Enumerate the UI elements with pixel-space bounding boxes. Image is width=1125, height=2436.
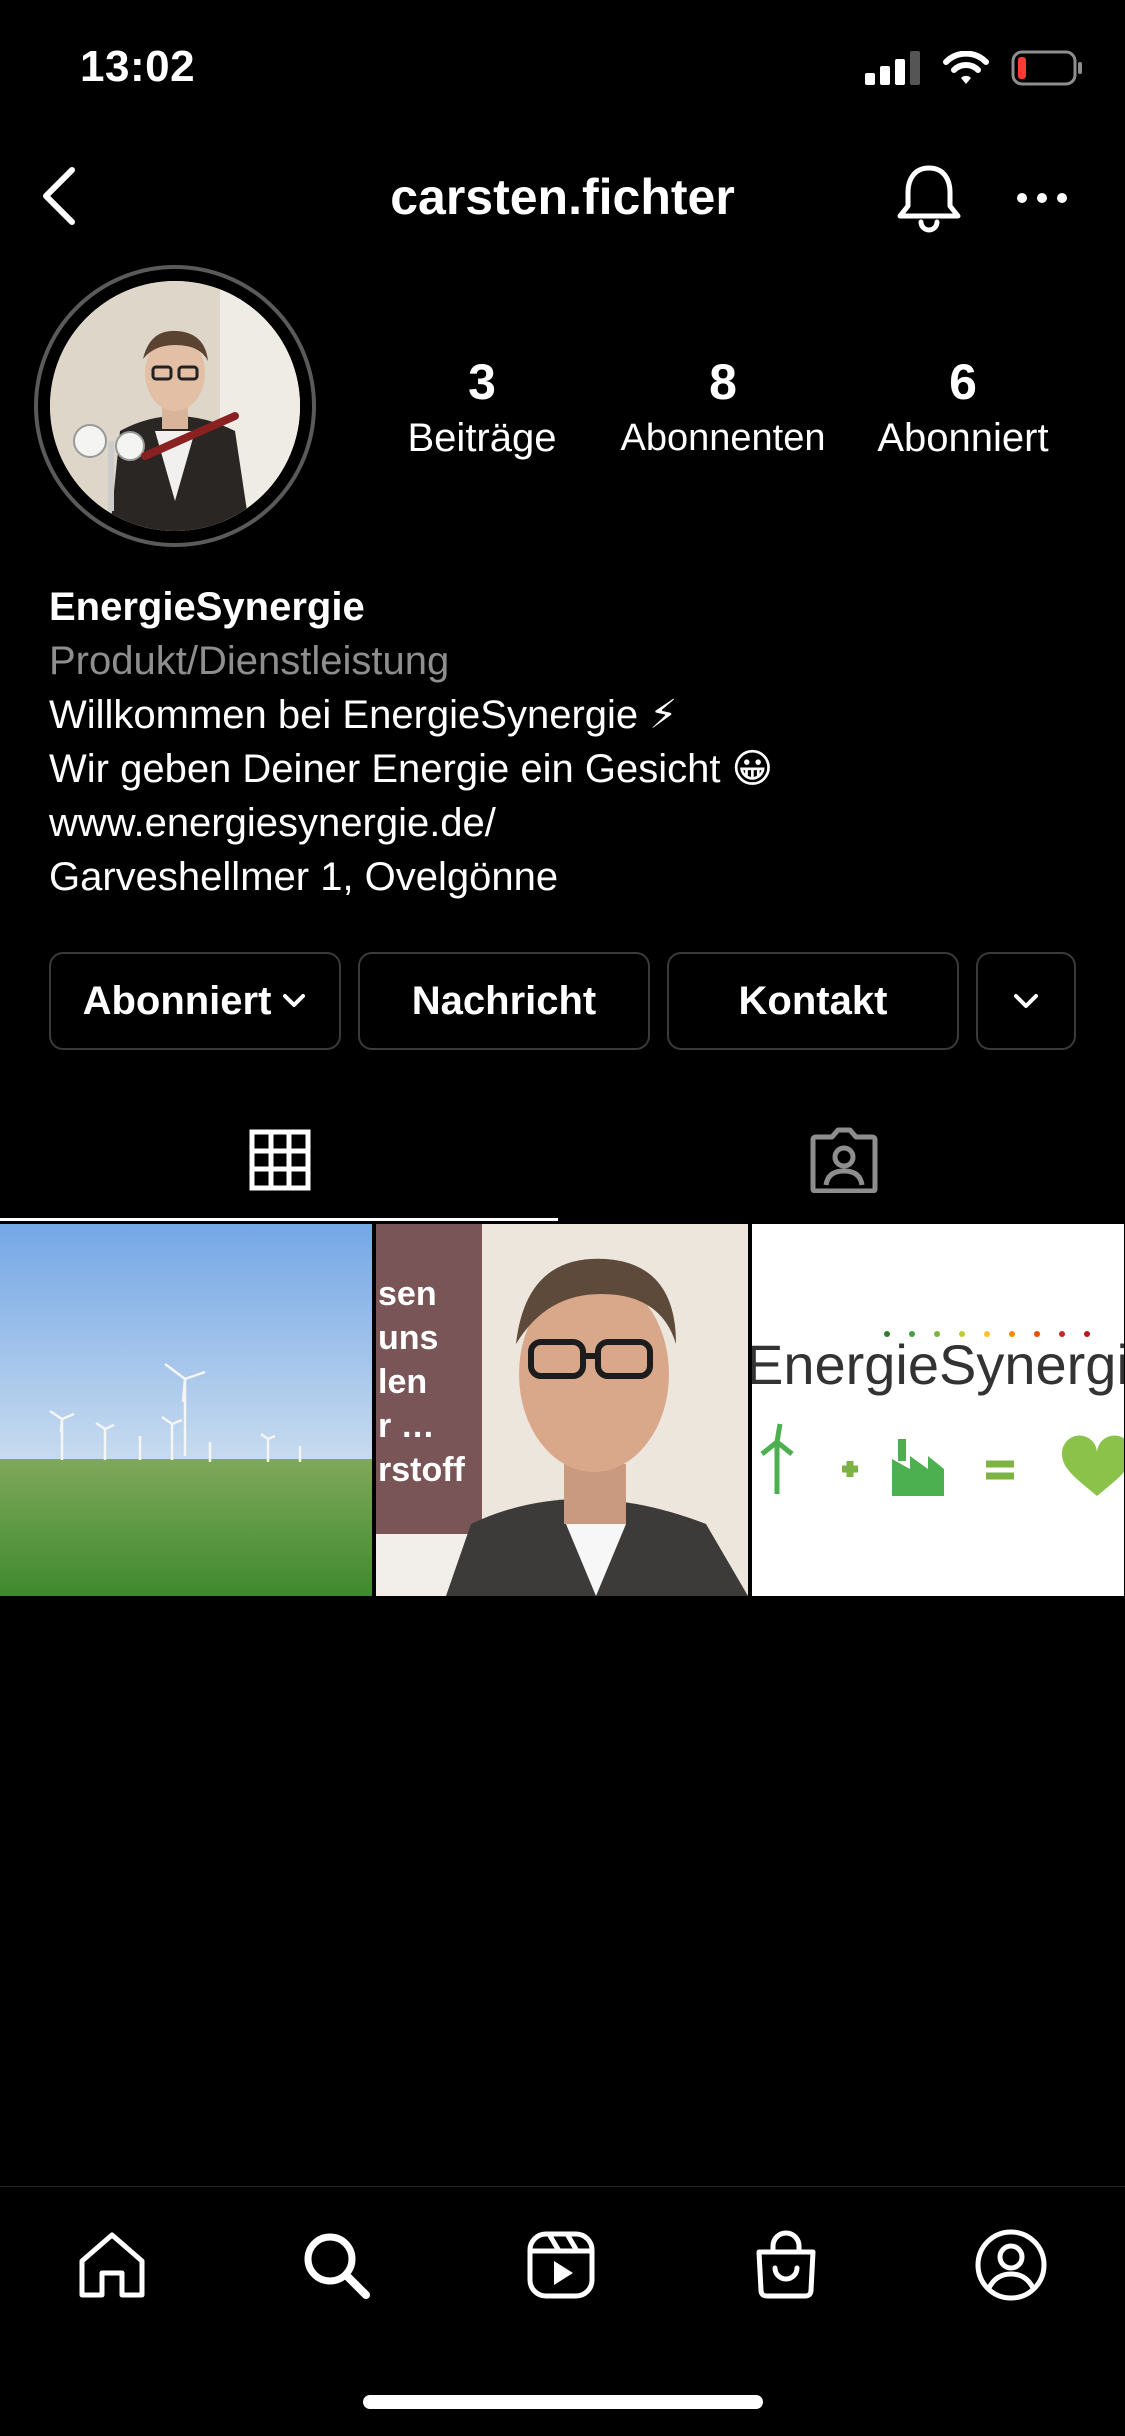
post-image-wind-farm — [0, 1224, 372, 1596]
bio-line-2: Wir geben Deiner Energie ein Gesicht 😀 — [49, 747, 774, 791]
stat-followers[interactable]: 8 Abonnenten — [603, 352, 843, 464]
more-options-button[interactable] — [1010, 176, 1074, 220]
nav-search[interactable] — [296, 2225, 376, 2305]
post-2-text-line: len — [378, 1363, 428, 1401]
profile-icon — [975, 2229, 1047, 2301]
stat-following-count: 6 — [949, 354, 977, 410]
stat-following-label: Abonniert — [877, 416, 1049, 460]
message-button[interactable]: Nachricht — [358, 952, 650, 1050]
stat-followers-label: Abonnenten — [620, 417, 826, 459]
shop-icon — [756, 2230, 816, 2299]
chevron-down-icon — [283, 994, 306, 1007]
profile-category: Produkt/Dienstleistung — [49, 639, 450, 683]
tab-posts-grid[interactable] — [0, 1100, 560, 1220]
nav-profile[interactable] — [971, 2225, 1051, 2305]
profile-display-name: EnergieSynergie — [49, 585, 365, 629]
profile-bio: EnergieSynergie Produkt/Dienstleistung W… — [49, 580, 1079, 904]
contact-button[interactable]: Kontakt — [667, 952, 959, 1050]
post-2-text-line: uns — [378, 1319, 439, 1357]
bio-line-1: Willkommen bei EnergieSynergie ⚡ — [49, 693, 678, 737]
post-2-text-line: r … — [378, 1407, 435, 1445]
home-indicator[interactable] — [363, 2395, 763, 2409]
avatar-photo — [50, 281, 300, 531]
post-2-text-line: rstoff — [378, 1451, 465, 1489]
grid-icon — [249, 1129, 311, 1191]
stat-following[interactable]: 6 Abonniert — [843, 352, 1083, 464]
post-2-overlay-text: sen uns len r … rstoff — [378, 1272, 482, 1492]
wifi-icon — [943, 51, 989, 84]
chevron-down-icon — [1014, 994, 1038, 1008]
stat-posts-label: Beiträge — [407, 416, 557, 460]
post-tile-1[interactable] — [0, 1224, 372, 1596]
tab-bar-divider — [0, 2186, 1125, 2187]
status-icons — [865, 48, 1083, 88]
contact-button-label: Kontakt — [738, 978, 888, 1023]
stat-followers-count: 8 — [709, 354, 737, 410]
reels-icon — [527, 2231, 595, 2299]
status-time: 13:02 — [80, 42, 196, 91]
website-link[interactable]: www.energiesynergie.de/ — [49, 796, 1079, 850]
home-icon — [79, 2232, 145, 2298]
following-button[interactable]: Abonniert — [49, 952, 341, 1050]
search-icon — [304, 2233, 370, 2299]
tab-tagged[interactable] — [563, 1100, 1125, 1220]
following-button-label: Abonniert — [82, 978, 272, 1023]
address-link[interactable]: Garveshellmer 1, Ovelgönne — [49, 850, 1079, 904]
tagged-person-icon — [810, 1127, 878, 1193]
stat-posts-count: 3 — [468, 354, 496, 410]
battery-icon — [1011, 50, 1082, 86]
signal-icon — [865, 51, 920, 85]
active-tab-indicator — [0, 1218, 558, 1221]
post-2-text-line: sen — [378, 1275, 437, 1313]
nav-shop[interactable] — [746, 2225, 826, 2305]
suggestions-button[interactable] — [976, 952, 1076, 1050]
more-icon — [1017, 193, 1067, 203]
post-image-logo-graphic — [760, 1331, 1124, 1496]
message-button-label: Nachricht — [411, 978, 597, 1023]
nav-reels[interactable] — [521, 2225, 601, 2305]
post-tile-3[interactable]: EnergieSynergie — [752, 1224, 1124, 1596]
post-tile-2[interactable]: sen uns len r … rstoff — [376, 1224, 748, 1596]
nav-home[interactable] — [72, 2225, 152, 2305]
bell-icon — [897, 165, 961, 233]
stat-posts[interactable]: 3 Beiträge — [362, 352, 602, 464]
avatar[interactable] — [50, 281, 300, 531]
notifications-button[interactable] — [892, 160, 966, 234]
